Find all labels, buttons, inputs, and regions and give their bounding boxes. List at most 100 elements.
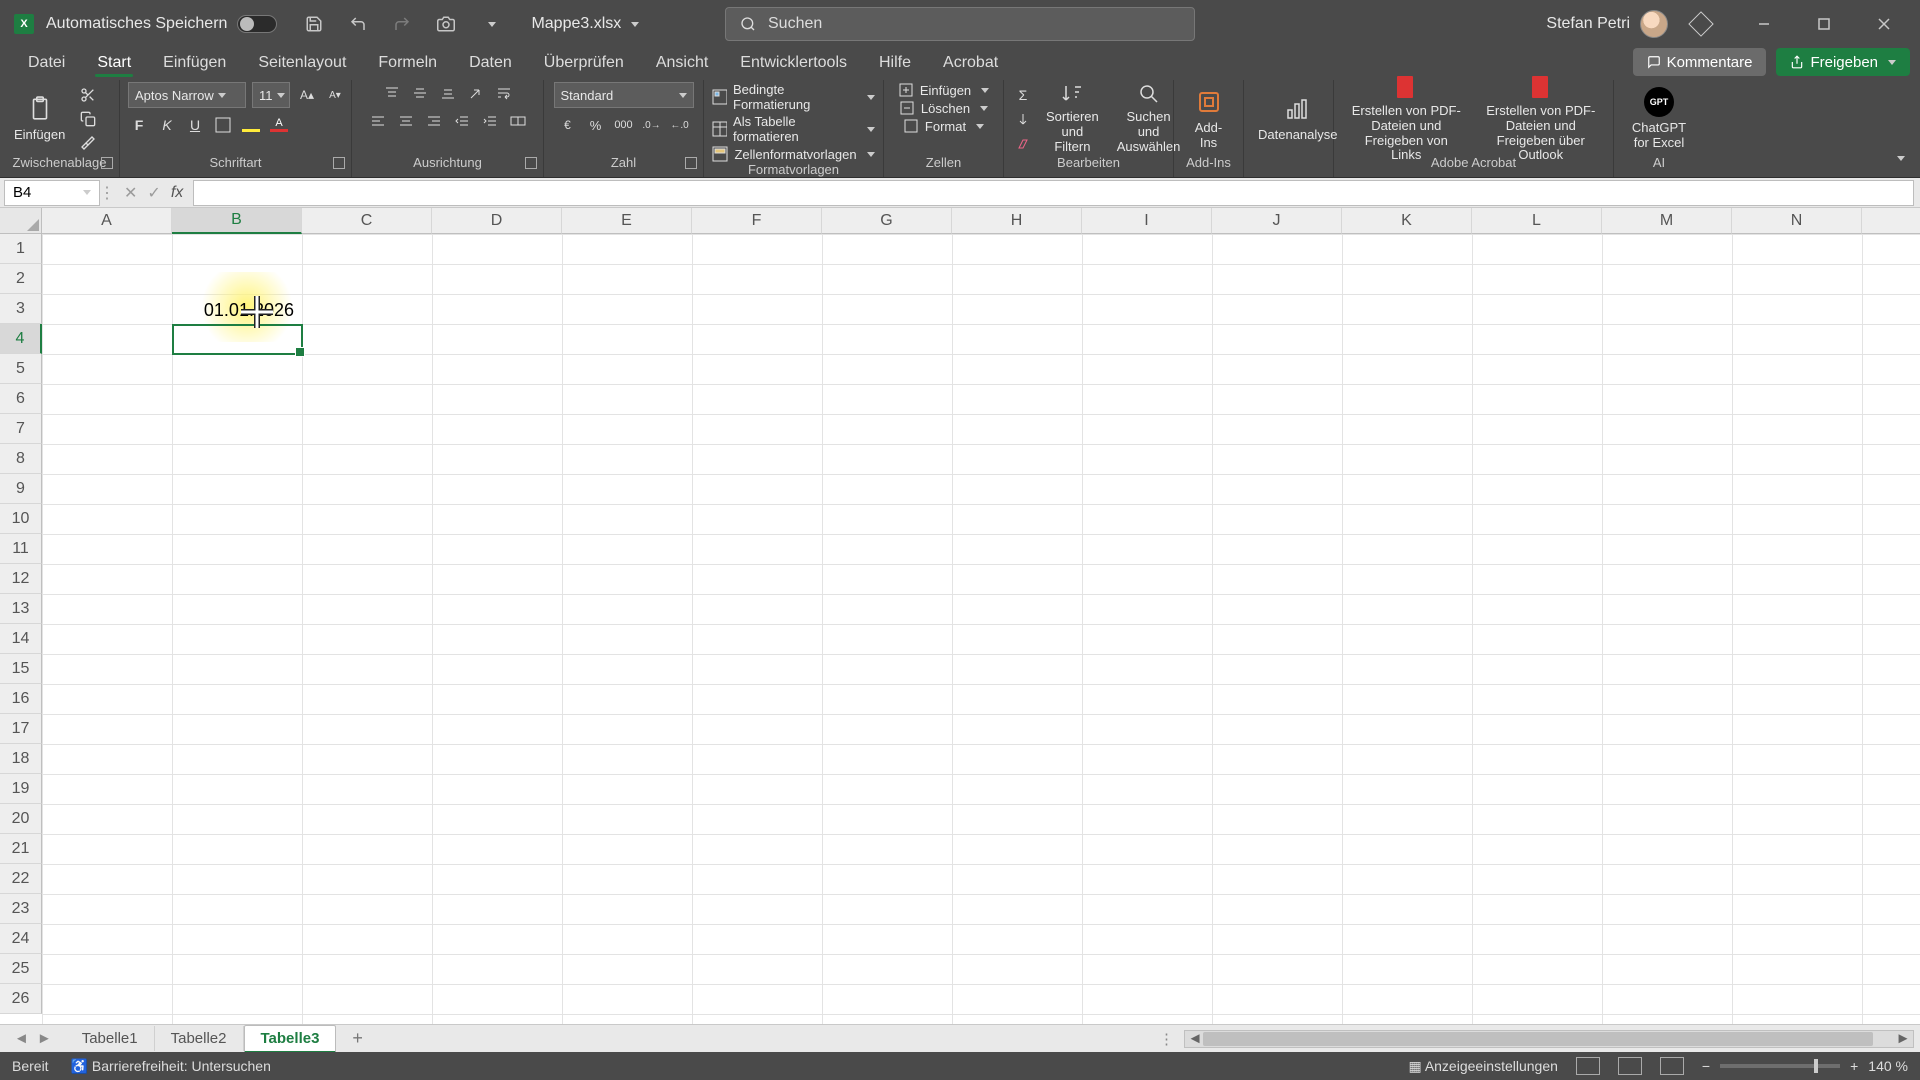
sort-filter-button[interactable]: Sortieren und Filtern (1040, 83, 1105, 155)
search-box[interactable]: Suchen (725, 7, 1195, 41)
col-header-L[interactable]: L (1472, 208, 1602, 234)
col-header-J[interactable]: J (1212, 208, 1342, 234)
name-box[interactable]: B4 (4, 180, 100, 206)
col-header-E[interactable]: E (562, 208, 692, 234)
collapse-ribbon-icon[interactable] (1886, 145, 1912, 171)
zoom-level[interactable]: 140 % (1868, 1058, 1908, 1074)
row-header-12[interactable]: 12 (0, 564, 42, 594)
orientation-icon[interactable] (465, 82, 487, 104)
fill-icon[interactable] (1012, 108, 1034, 130)
align-right-icon[interactable] (423, 110, 445, 132)
font-color-icon[interactable]: A (268, 114, 290, 136)
row-header-8[interactable]: 8 (0, 444, 42, 474)
insert-cells-button[interactable]: Einfügen (898, 82, 989, 98)
borders-icon[interactable] (212, 114, 234, 136)
align-center-icon[interactable] (395, 110, 417, 132)
tab-einfuegen[interactable]: Einfügen (147, 48, 242, 80)
select-all-triangle[interactable] (0, 208, 42, 234)
normal-view-icon[interactable] (1576, 1057, 1600, 1075)
tab-acrobat[interactable]: Acrobat (927, 48, 1014, 80)
user-name[interactable]: Stefan Petri (1546, 15, 1630, 33)
page-break-view-icon[interactable] (1660, 1057, 1684, 1075)
minimize-button[interactable] (1734, 0, 1794, 48)
row-header-11[interactable]: 11 (0, 534, 42, 564)
display-settings-button[interactable]: ▦ Anzeigeeinstellungen (1408, 1058, 1557, 1075)
number-dialog-icon[interactable] (685, 157, 697, 169)
pdf-share-links-button[interactable]: Erstellen von PDF-Dateien und Freigeben … (1342, 83, 1471, 155)
row-header-3[interactable]: 3 (0, 294, 42, 324)
increase-indent-icon[interactable] (479, 110, 501, 132)
cancel-formula-icon[interactable]: ✕ (124, 183, 137, 203)
autosum-icon[interactable]: Σ (1012, 84, 1034, 106)
tab-formeln[interactable]: Formeln (362, 48, 453, 80)
status-accessibility[interactable]: ♿ Barrierefreiheit: Untersuchen (71, 1058, 271, 1075)
col-header-C[interactable]: C (302, 208, 432, 234)
paste-button[interactable]: Einfügen (8, 83, 71, 155)
cell-styles-button[interactable]: Zellenformatvorlagen (712, 146, 874, 162)
col-header-N[interactable]: N (1732, 208, 1862, 234)
row-header-23[interactable]: 23 (0, 894, 42, 924)
decrease-indent-icon[interactable] (451, 110, 473, 132)
active-cell-selection[interactable] (172, 324, 303, 355)
tab-entwicklertools[interactable]: Entwicklertools (724, 48, 863, 80)
delete-cells-button[interactable]: Löschen (899, 100, 988, 116)
undo-icon[interactable] (345, 11, 371, 37)
row-header-10[interactable]: 10 (0, 504, 42, 534)
col-header-H[interactable]: H (952, 208, 1082, 234)
sheet-tab-2[interactable]: Tabelle2 (155, 1026, 244, 1051)
font-name-dropdown[interactable]: Aptos Narrow (128, 82, 246, 108)
clear-icon[interactable] (1012, 132, 1034, 154)
col-header-O[interactable]: O (1862, 208, 1920, 234)
camera-icon[interactable] (433, 11, 459, 37)
redo-icon[interactable] (389, 11, 415, 37)
fill-color-icon[interactable] (240, 114, 262, 136)
decrease-decimal-icon[interactable]: ←.0 (669, 114, 691, 136)
bold-icon[interactable]: F (128, 114, 150, 136)
row-header-24[interactable]: 24 (0, 924, 42, 954)
addins-button[interactable]: Add-Ins (1182, 83, 1235, 155)
tab-hilfe[interactable]: Hilfe (863, 48, 927, 80)
align-middle-icon[interactable] (409, 82, 431, 104)
copy-icon[interactable] (77, 108, 99, 130)
conditional-formatting-button[interactable]: Bedingte Formatierung (712, 82, 875, 112)
align-left-icon[interactable] (367, 110, 389, 132)
align-bottom-icon[interactable] (437, 82, 459, 104)
increase-font-icon[interactable]: A▴ (296, 84, 318, 106)
number-format-dropdown[interactable]: Standard (554, 82, 694, 108)
avatar[interactable] (1640, 10, 1668, 38)
row-header-15[interactable]: 15 (0, 654, 42, 684)
row-header-25[interactable]: 25 (0, 954, 42, 984)
sheet-nav-next-icon[interactable]: ► (37, 1030, 52, 1047)
row-header-9[interactable]: 9 (0, 474, 42, 504)
zoom-slider[interactable] (1720, 1064, 1840, 1068)
save-icon[interactable] (301, 11, 327, 37)
diamond-icon[interactable] (1688, 11, 1713, 36)
format-as-table-button[interactable]: Als Tabelle formatieren (712, 114, 875, 144)
row-header-26[interactable]: 26 (0, 984, 42, 1014)
row-header-18[interactable]: 18 (0, 744, 42, 774)
filename-caret-icon[interactable] (631, 22, 639, 27)
row-header-13[interactable]: 13 (0, 594, 42, 624)
accounting-icon[interactable]: € (557, 114, 579, 136)
sheet-tab-1[interactable]: Tabelle1 (66, 1026, 155, 1051)
row-header-16[interactable]: 16 (0, 684, 42, 714)
decrease-font-icon[interactable]: A▾ (324, 84, 346, 106)
fx-icon[interactable]: fx (171, 184, 183, 202)
row-header-17[interactable]: 17 (0, 714, 42, 744)
col-header-G[interactable]: G (822, 208, 952, 234)
col-header-M[interactable]: M (1602, 208, 1732, 234)
thousands-icon[interactable]: 000 (613, 114, 635, 136)
merge-icon[interactable] (507, 110, 529, 132)
row-header-5[interactable]: 5 (0, 354, 42, 384)
col-header-K[interactable]: K (1342, 208, 1472, 234)
tab-ueberpruefen[interactable]: Überprüfen (528, 48, 640, 80)
col-header-A[interactable]: A (42, 208, 172, 234)
share-button[interactable]: Freigeben (1776, 48, 1910, 76)
maximize-button[interactable] (1794, 0, 1854, 48)
align-dialog-icon[interactable] (525, 157, 537, 169)
clipboard-dialog-icon[interactable] (101, 157, 113, 169)
row-header-4[interactable]: 4 (0, 324, 42, 354)
comments-button[interactable]: Kommentare (1633, 48, 1767, 76)
col-header-D[interactable]: D (432, 208, 562, 234)
add-sheet-button[interactable]: + (336, 1028, 379, 1049)
